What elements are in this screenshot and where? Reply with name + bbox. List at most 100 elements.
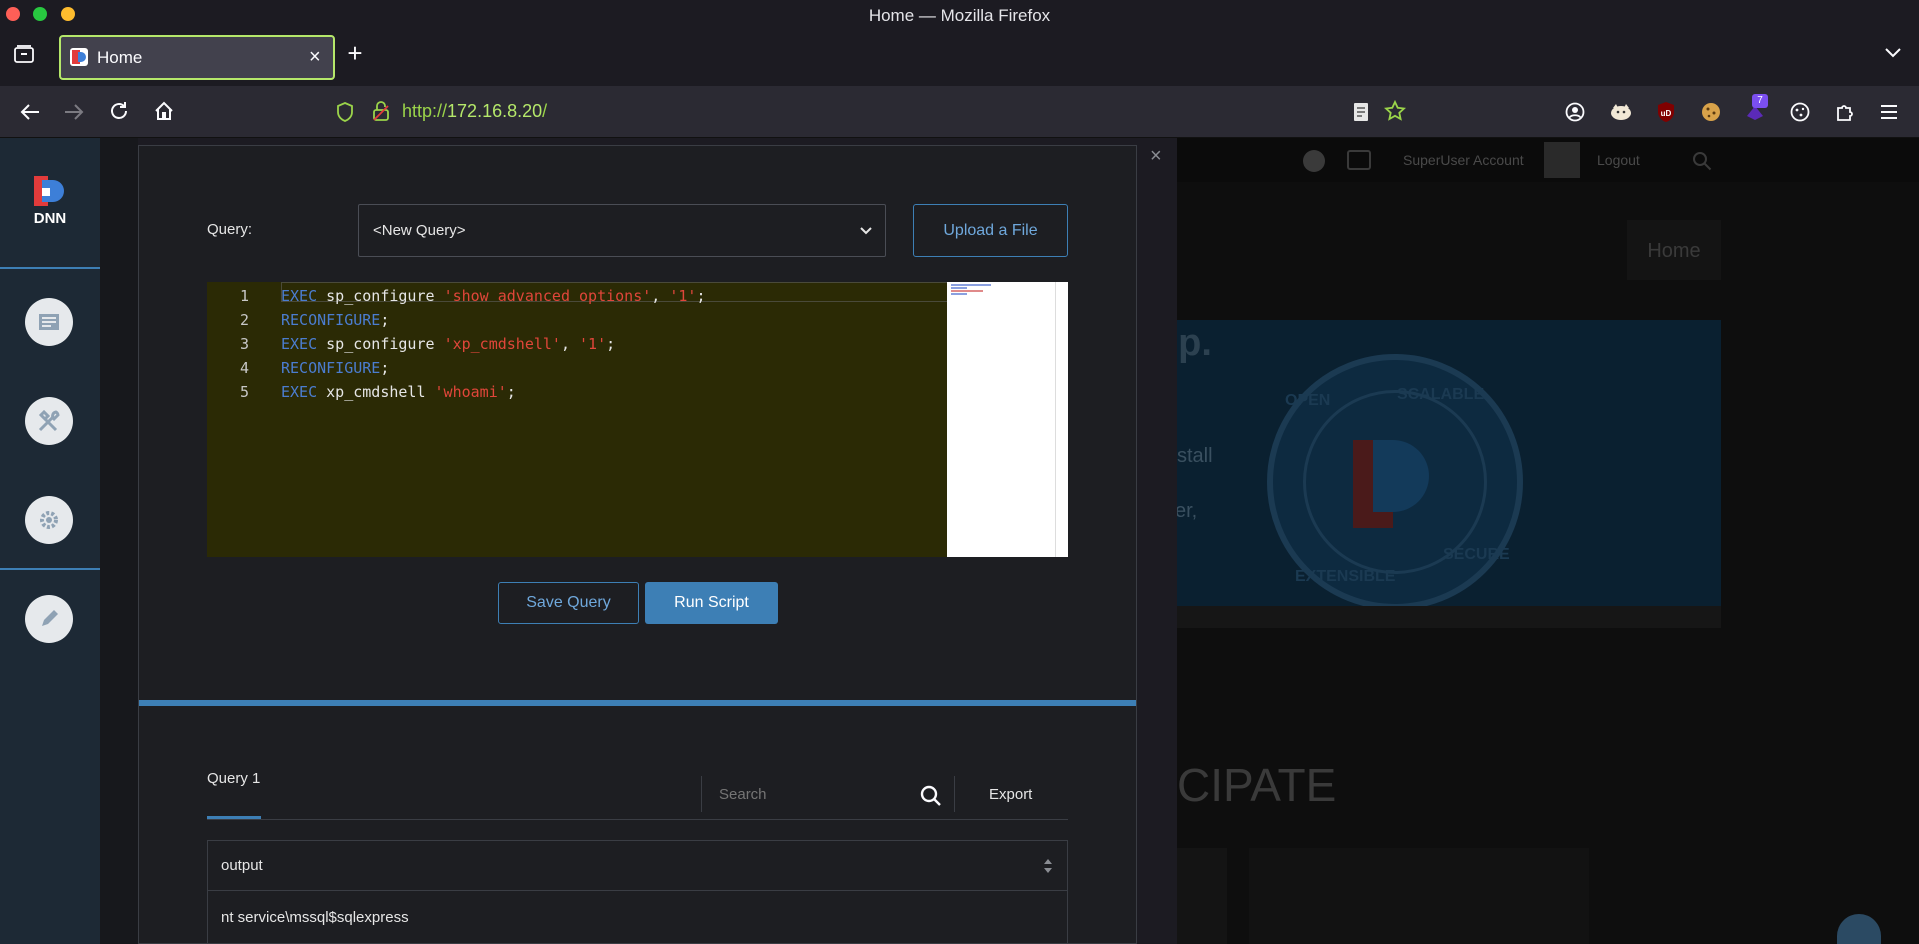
hero-text-fragment: ver, bbox=[1177, 500, 1198, 522]
code-line: EXEC sp_configure 'xp_cmdshell', '1'; bbox=[281, 332, 705, 356]
edit-pencil-icon[interactable] bbox=[25, 595, 73, 643]
close-panel-icon[interactable]: × bbox=[1150, 145, 1162, 168]
sql-console-panel: Query: <New Query> Upload a File 1 2 3 4 5 E… bbox=[138, 145, 1137, 944]
chat-widget-icon[interactable] bbox=[1837, 914, 1881, 944]
table-row: nt service\mssql$sqlexpress bbox=[221, 909, 409, 926]
results-header-row: output bbox=[208, 841, 1067, 891]
section-heading-fragment: CIPATE bbox=[1177, 759, 1337, 811]
user-account-link[interactable]: SuperUser Account bbox=[1403, 152, 1524, 168]
tracking-protection-shield-icon[interactable] bbox=[334, 100, 356, 124]
window-title: Home — Mozilla Firefox bbox=[868, 6, 1051, 25]
code-token: EXEC bbox=[281, 287, 318, 305]
card bbox=[1249, 848, 1589, 944]
line-number: 2 bbox=[239, 311, 249, 329]
code-token: 'xp_cmdshell' bbox=[443, 335, 561, 353]
search-icon[interactable] bbox=[1691, 150, 1713, 172]
hero-banner: ep. stall ver, OPEN SCALABLE EXTENSIBLE … bbox=[1177, 320, 1721, 606]
content-pages-button[interactable] bbox=[25, 298, 73, 346]
save-query-button[interactable]: Save Query bbox=[498, 582, 639, 624]
query-select-value: <New Query> bbox=[373, 222, 466, 239]
line-number-gutter: 1 2 3 4 5 bbox=[207, 284, 249, 404]
code-token: ; bbox=[606, 335, 616, 353]
ublock-origin-icon[interactable]: uD bbox=[1654, 99, 1678, 125]
panel-gutter bbox=[100, 138, 138, 944]
cookie-manager-icon[interactable] bbox=[1788, 100, 1812, 124]
extension-badge: 7 bbox=[1752, 94, 1768, 108]
line-number: 5 bbox=[239, 383, 249, 401]
badge-word: OPEN bbox=[1285, 392, 1331, 409]
cookie-extension-icon[interactable] bbox=[1698, 99, 1724, 125]
new-tab-button[interactable]: + bbox=[342, 40, 368, 66]
url-bar[interactable]: http://172.16.8.20/ bbox=[402, 101, 547, 122]
badge-word: EXTENSIBLE bbox=[1295, 568, 1396, 585]
dnn-logo[interactable]: DNN bbox=[30, 176, 70, 232]
code-token: '1' bbox=[579, 335, 607, 353]
site-background: SuperUser Account Logout Home ep. stall … bbox=[1177, 138, 1919, 944]
tab-home[interactable]: Home × bbox=[59, 35, 335, 80]
home-icon[interactable] bbox=[152, 99, 176, 123]
tabs-baseline bbox=[207, 819, 1068, 820]
url-path: / bbox=[542, 101, 548, 121]
site-control-bar: SuperUser Account Logout bbox=[1177, 138, 1919, 182]
nav-home-label: Home bbox=[1647, 240, 1701, 262]
extensions-puzzle-icon[interactable] bbox=[1833, 100, 1857, 124]
avatar[interactable] bbox=[1544, 142, 1580, 178]
close-tab-icon[interactable]: × bbox=[309, 46, 321, 69]
code-token: EXEC bbox=[281, 335, 318, 353]
navigation-toolbar: http://172.16.8.20/ uD 7 bbox=[0, 86, 1919, 138]
upload-file-button[interactable]: Upload a File bbox=[913, 204, 1068, 257]
sort-icon[interactable] bbox=[1042, 857, 1054, 875]
firefox-view-icon[interactable] bbox=[12, 42, 36, 66]
divider bbox=[701, 776, 702, 812]
tab-title: Home bbox=[97, 48, 143, 67]
sql-code-editor[interactable]: 1 2 3 4 5 EXEC sp_configure 'show advanced o… bbox=[207, 282, 1068, 557]
hero-bottom-bar bbox=[1177, 606, 1721, 628]
logout-link[interactable]: Logout bbox=[1597, 152, 1640, 168]
code-token: , bbox=[651, 287, 670, 305]
extension-cat-icon[interactable] bbox=[1608, 100, 1634, 124]
dnn-badge: OPEN SCALABLE EXTENSIBLE SECURE bbox=[1267, 354, 1523, 606]
connection-lock-icon[interactable] bbox=[370, 99, 392, 123]
code-token: RECONFIGURE bbox=[281, 311, 381, 329]
line-number: 3 bbox=[239, 335, 249, 353]
tab-query-1[interactable]: Query 1 bbox=[207, 770, 260, 787]
url-host: 172.16.8.20 bbox=[447, 101, 543, 121]
dnn-favicon-icon bbox=[70, 48, 88, 66]
badge-word: SECURE bbox=[1443, 546, 1510, 563]
query-label: Query: bbox=[207, 221, 253, 238]
code-line: RECONFIGURE; bbox=[281, 356, 705, 380]
account-icon[interactable] bbox=[1563, 100, 1587, 124]
run-script-button[interactable]: Run Script bbox=[645, 582, 778, 624]
dnn-persona-bar: DNN bbox=[0, 138, 100, 944]
bookmark-star-icon[interactable] bbox=[1383, 99, 1407, 123]
code-token: ; bbox=[380, 311, 390, 329]
column-header-output[interactable]: output bbox=[221, 857, 263, 874]
notifications-icon[interactable] bbox=[1303, 150, 1325, 172]
dnn-logo-text: DNN bbox=[33, 210, 67, 227]
rail-divider bbox=[0, 568, 100, 570]
code-minimap[interactable] bbox=[947, 282, 1068, 557]
code-token: ; bbox=[380, 359, 390, 377]
export-button[interactable]: Export bbox=[989, 786, 1032, 803]
code-token: 'whoami' bbox=[434, 383, 507, 401]
results-divider bbox=[139, 700, 1136, 706]
messages-icon[interactable] bbox=[1347, 150, 1371, 170]
manage-tools-icon[interactable] bbox=[25, 397, 73, 445]
card bbox=[1177, 848, 1227, 944]
back-arrow-icon[interactable] bbox=[18, 100, 42, 124]
reload-icon[interactable] bbox=[107, 99, 131, 123]
nav-home[interactable]: Home bbox=[1627, 220, 1721, 280]
code-line: RECONFIGURE; bbox=[281, 308, 705, 332]
code-token: sp_configure bbox=[317, 335, 444, 353]
results-search-input[interactable] bbox=[719, 780, 869, 808]
results-table: output nt service\mssql$sqlexpress bbox=[207, 840, 1068, 944]
code-token: 'show advanced options' bbox=[443, 287, 652, 305]
query-select[interactable]: <New Query> bbox=[358, 204, 886, 257]
search-icon[interactable] bbox=[919, 784, 943, 808]
list-all-tabs-chevron-down-icon[interactable] bbox=[1882, 44, 1904, 62]
settings-gear-icon[interactable] bbox=[25, 496, 73, 544]
reader-view-icon[interactable] bbox=[1350, 100, 1372, 124]
forward-arrow-icon[interactable] bbox=[62, 100, 86, 124]
app-menu-hamburger-icon[interactable] bbox=[1877, 100, 1901, 124]
code-token: , bbox=[560, 335, 580, 353]
